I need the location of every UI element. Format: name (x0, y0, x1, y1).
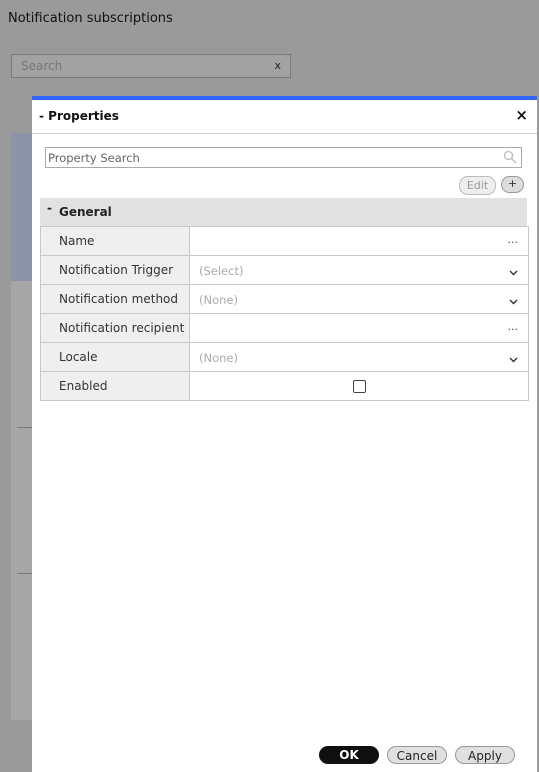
property-row-notification-recipient: Notification recipient ... (41, 313, 528, 342)
property-row-notification-trigger: Notification Trigger (Select) (41, 255, 528, 284)
notification-trigger-select[interactable]: (Select) (190, 256, 528, 284)
collapse-toggle-icon[interactable]: - (47, 201, 52, 215)
dialog-title: - Properties (39, 109, 119, 123)
property-label: Enabled (41, 372, 190, 400)
property-label: Notification Trigger (41, 256, 190, 284)
property-value: (None) (199, 293, 238, 307)
enabled-checkbox[interactable] (353, 380, 366, 393)
property-value: (Select) (199, 264, 244, 278)
group-header-general[interactable]: - General (40, 198, 527, 226)
background-divider (17, 427, 33, 428)
property-row-locale: Locale (None) (41, 342, 528, 371)
property-grid: Name ... Notification Trigger (Select) N… (40, 226, 529, 401)
property-row-enabled: Enabled (41, 371, 528, 400)
property-label: Name (41, 227, 190, 255)
close-icon[interactable]: × (515, 107, 528, 123)
properties-dialog: - Properties × Property Search Edit + - … (32, 96, 537, 772)
background-list-header (11, 133, 34, 281)
locale-select[interactable]: (None) (190, 343, 528, 371)
ellipsis-button[interactable]: ... (508, 233, 519, 246)
notification-recipient-field[interactable]: ... (190, 314, 528, 342)
search-placeholder: Search (21, 59, 63, 73)
add-button[interactable]: + (501, 176, 524, 193)
background-divider (17, 573, 33, 574)
group-label: General (59, 205, 112, 219)
property-row-name: Name ... (41, 226, 528, 255)
notification-method-select[interactable]: (None) (190, 285, 528, 313)
cancel-button[interactable]: Cancel (387, 746, 447, 764)
ellipsis-button[interactable]: ... (508, 320, 519, 333)
page-title: Notification subscriptions (8, 11, 173, 26)
property-row-notification-method: Notification method (None) (41, 284, 528, 313)
property-search-input[interactable]: Property Search (45, 147, 522, 168)
property-label: Notification recipient (41, 314, 190, 342)
page-search-input[interactable]: Search x (11, 54, 291, 78)
chevron-down-icon[interactable] (509, 352, 518, 366)
property-label: Locale (41, 343, 190, 371)
property-value: (None) (199, 351, 238, 365)
edit-button[interactable]: Edit (459, 176, 496, 195)
enabled-field (190, 372, 528, 400)
ok-button[interactable]: OK (319, 746, 379, 764)
chevron-down-icon[interactable] (509, 265, 518, 279)
dialog-header: - Properties × (32, 100, 537, 134)
property-search-placeholder: Property Search (48, 151, 140, 165)
chevron-down-icon[interactable] (509, 294, 518, 308)
name-value-field[interactable]: ... (190, 227, 528, 255)
search-icon (503, 150, 517, 167)
apply-button[interactable]: Apply (455, 746, 515, 764)
property-label: Notification method (41, 285, 190, 313)
clear-search-icon[interactable]: x (274, 59, 281, 72)
